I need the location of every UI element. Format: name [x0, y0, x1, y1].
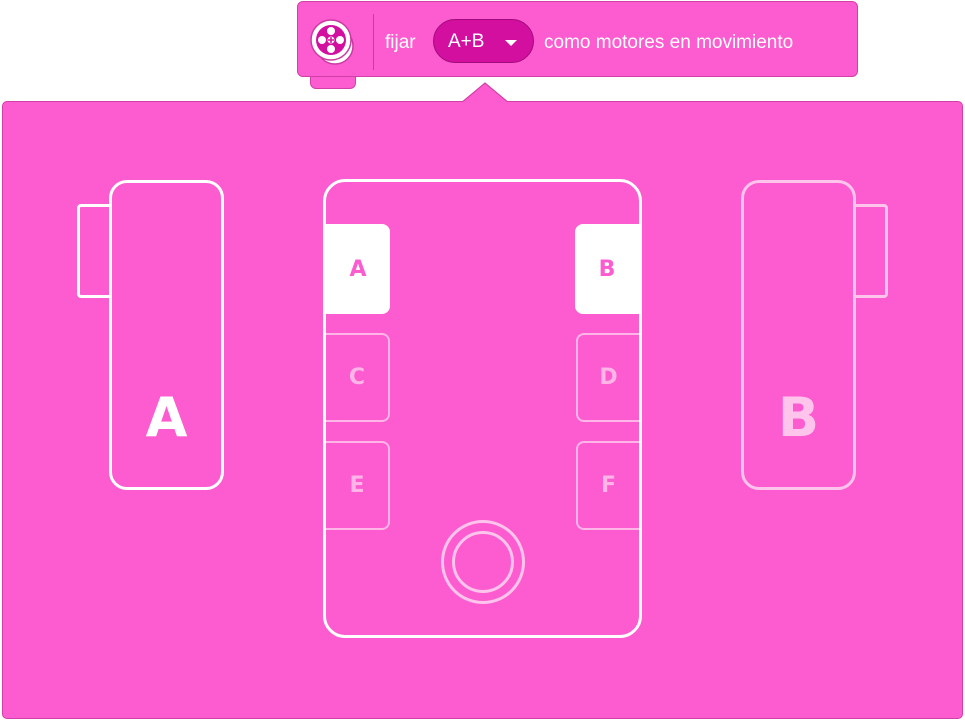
dropdown-value: A+B	[448, 31, 485, 52]
motor-a-label: A	[145, 386, 188, 449]
port-d[interactable]: D	[576, 333, 639, 422]
port-a-label: A	[349, 256, 367, 282]
port-b-label: B	[598, 256, 616, 282]
port-f-label: F	[600, 473, 617, 498]
block-notch	[310, 75, 356, 89]
port-c[interactable]: C	[326, 333, 390, 422]
port-c-label: C	[348, 365, 366, 390]
hub: A C E B D F	[323, 179, 642, 638]
motor-b-label: B	[777, 386, 820, 449]
panel-pointer	[461, 82, 509, 104]
chevron-down-icon	[505, 40, 517, 46]
port-e[interactable]: E	[326, 441, 390, 530]
motor-a[interactable]: A	[109, 180, 224, 490]
motor-wheel-icon	[310, 19, 354, 65]
port-b[interactable]: B	[575, 224, 639, 314]
hub-button-ring	[452, 531, 514, 593]
motor-pair-dropdown[interactable]: A+B	[433, 19, 534, 63]
block-prefix-text: fijar	[385, 32, 416, 53]
port-a[interactable]: A	[326, 224, 390, 314]
hub-button-icon[interactable]	[441, 520, 525, 604]
motor-pair-block[interactable]: fijar A+B como motores en movimiento	[297, 1, 858, 77]
block-suffix-text: como motores en movimiento	[544, 32, 794, 53]
motor-b[interactable]: B	[741, 180, 856, 490]
port-f[interactable]: F	[576, 441, 639, 530]
block-separator	[373, 14, 374, 70]
port-e-label: E	[349, 473, 365, 498]
port-d-label: D	[599, 365, 618, 390]
